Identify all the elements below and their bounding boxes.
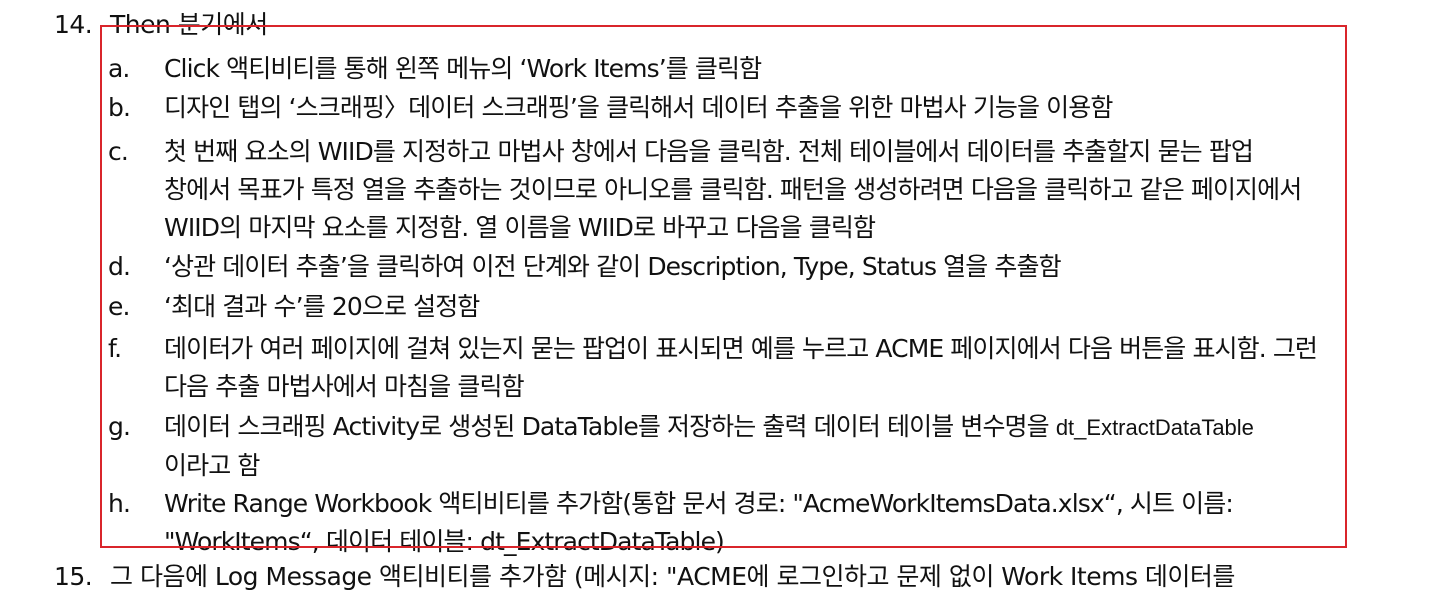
list-marker: e. — [108, 292, 130, 321]
list-marker: g. — [108, 412, 131, 441]
step-title: 그 다음에 Log Message 액티비티를 추가함 (메시지: "ACME에… — [110, 562, 1235, 591]
list-item-text: 첫 번째 요소의 WIID를 지정하고 마법사 창에서 다음을 클릭함. 전체 … — [164, 133, 1302, 247]
list-item-line: "WorkItems“, 데이터 테이블: dt_ExtractDataTabl… — [164, 527, 725, 556]
step-number: 15. — [54, 562, 93, 591]
list-item-line: WIID의 마지막 요소를 지정함. 열 이름을 WIID로 바꾸고 다음을 클… — [164, 213, 876, 242]
list-item-text: ‘최대 결과 수’를 20으로 설정함 — [164, 288, 480, 326]
step-14-header: 14. Then 분기에서 — [54, 8, 268, 42]
list-marker: d. — [108, 252, 131, 281]
list-item-text: 데이터가 여러 페이지에 걸쳐 있는지 묻는 팝업이 표시되면 예를 누르고 A… — [164, 330, 1318, 406]
list-item-line: ‘상관 데이터 추출’을 클릭하여 이전 단계와 같이 Description,… — [164, 252, 1062, 281]
list-item-text: 디자인 탭의 ‘스크래핑〉데이터 스크래핑’을 클릭해서 데이터 추출을 위한 … — [164, 89, 1113, 127]
document-page: 14. Then 분기에서 a. Click 액티비티를 통해 왼쪽 메뉴의 ‘W… — [0, 0, 1448, 591]
variable-name: dt_ExtractDataTable — [1055, 415, 1254, 440]
list-item-line: 이라고 함 — [164, 451, 260, 480]
list-item-line: ‘최대 결과 수’를 20으로 설정함 — [164, 292, 480, 321]
list-marker: c. — [108, 137, 129, 166]
list-item-line: Click 액티비티를 통해 왼쪽 메뉴의 ‘Work Items’를 클릭함 — [164, 54, 762, 83]
list-item-line: Write Range Workbook 액티비티를 추가함(통합 문서 경로:… — [164, 489, 1234, 518]
step-number: 14. — [54, 10, 93, 39]
list-item-line: 데이터가 여러 페이지에 걸쳐 있는지 묻는 팝업이 표시되면 예를 누르고 A… — [164, 334, 1318, 363]
list-item-line: 디자인 탭의 ‘스크래핑〉데이터 스크래핑’을 클릭해서 데이터 추출을 위한 … — [164, 93, 1113, 122]
list-item-text: ‘상관 데이터 추출’을 클릭하여 이전 단계와 같이 Description,… — [164, 248, 1062, 286]
step-15-header: 15. 그 다음에 Log Message 액티비티를 추가함 (메시지: "AC… — [54, 560, 1235, 594]
list-item-line: 창에서 목표가 특정 열을 추출하는 것이므로 아니오를 클릭함. 패턴을 생성… — [164, 175, 1302, 204]
list-marker: a. — [108, 54, 130, 83]
list-marker: h. — [108, 489, 131, 518]
list-item-line-text: 데이터 스크래핑 Activity로 생성된 DataTable를 저장하는 출… — [164, 412, 1050, 441]
list-item-text: 데이터 스크래핑 Activity로 생성된 DataTable를 저장하는 출… — [164, 408, 1254, 485]
list-marker: b. — [108, 93, 131, 122]
list-item-line: 데이터 스크래핑 Activity로 생성된 DataTable를 저장하는 출… — [164, 408, 1254, 447]
list-marker: f. — [108, 334, 122, 363]
list-item-line: 다음 추출 마법사에서 마침을 클릭함 — [164, 372, 525, 401]
list-item-text: Write Range Workbook 액티비티를 추가함(통합 문서 경로:… — [164, 485, 1234, 561]
list-item-line: 첫 번째 요소의 WIID를 지정하고 마법사 창에서 다음을 클릭함. 전체 … — [164, 137, 1254, 166]
step-title: Then 분기에서 — [110, 10, 268, 39]
list-item-text: Click 액티비티를 통해 왼쪽 메뉴의 ‘Work Items’를 클릭함 — [164, 50, 762, 88]
